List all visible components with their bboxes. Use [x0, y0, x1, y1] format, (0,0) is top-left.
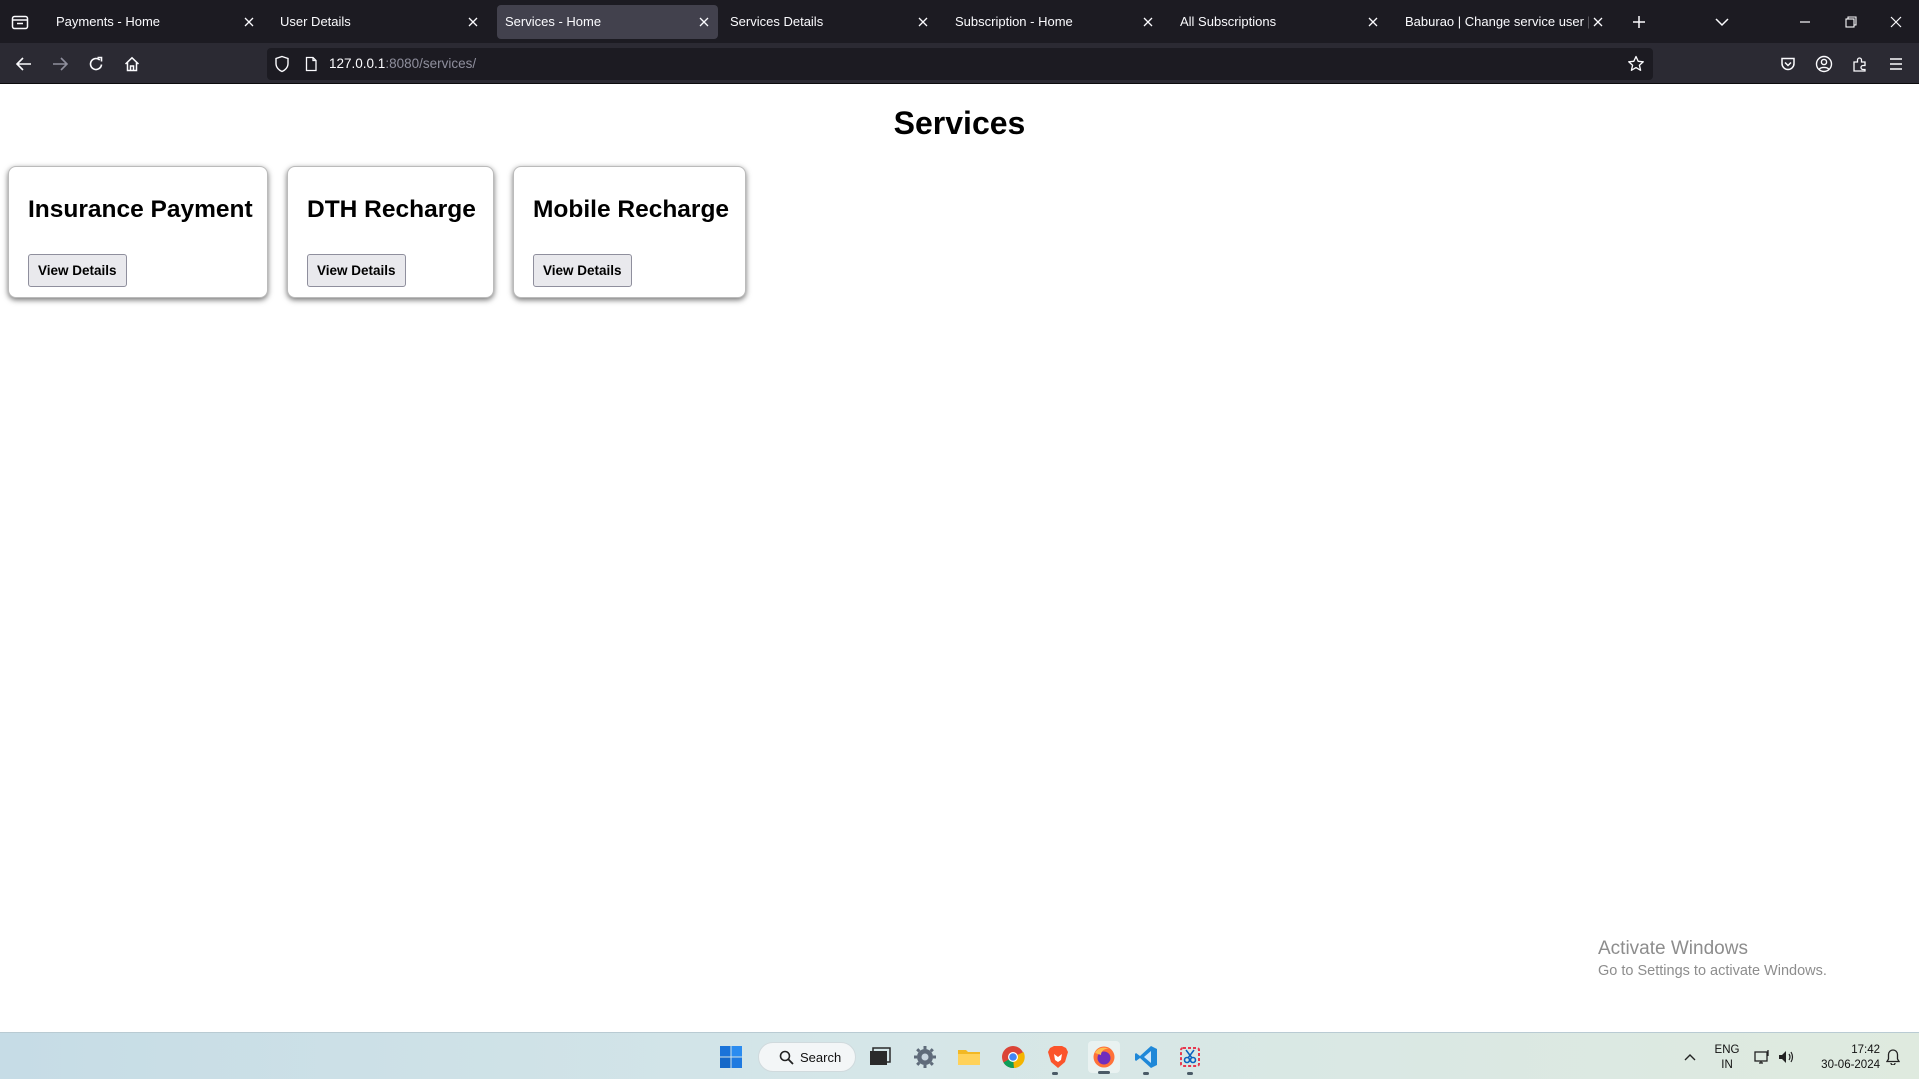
close-icon[interactable] — [465, 14, 481, 30]
show-hidden-icons-chevron-icon[interactable] — [1678, 1043, 1702, 1071]
tab-all-subscriptions[interactable]: All Subscriptions — [1172, 5, 1387, 39]
view-details-button[interactable]: View Details — [307, 254, 406, 287]
close-icon[interactable] — [915, 14, 931, 30]
service-card-mobile-recharge: Mobile Recharge View Details — [513, 166, 746, 298]
hamburger-menu-icon[interactable] — [1883, 51, 1909, 77]
language-indicator[interactable]: ENG IN — [1712, 1043, 1742, 1073]
view-details-button[interactable]: View Details — [28, 254, 127, 287]
clock[interactable]: 17:42 30-06-2024 — [1810, 1043, 1880, 1073]
task-view-icon[interactable] — [866, 1043, 894, 1071]
search-icon — [779, 1050, 794, 1065]
extensions-icon[interactable] — [1847, 51, 1873, 77]
taskbar-search-box[interactable]: Search — [758, 1042, 856, 1072]
page-content: Services Insurance Payment View Details … — [0, 85, 1919, 1032]
brave-icon[interactable] — [1044, 1043, 1072, 1075]
tab-subscription-home[interactable]: Subscription - Home — [947, 5, 1162, 39]
navigation-toolbar: 127.0.0.1:8080/services/ — [0, 43, 1919, 84]
taskbar: Search ENG IN 17:42 30-06-2024 — [0, 1032, 1919, 1079]
activate-windows-watermark: Activate Windows Go to Settings to activ… — [1598, 938, 1827, 979]
close-icon[interactable] — [241, 14, 257, 30]
service-card-dth-recharge: DTH Recharge View Details — [287, 166, 494, 298]
view-details-button[interactable]: View Details — [533, 254, 632, 287]
url-path: :8080/services/ — [385, 56, 477, 71]
notification-bell-icon[interactable] — [1882, 1043, 1904, 1071]
close-window-icon[interactable] — [1884, 10, 1908, 34]
page-info-icon[interactable] — [303, 56, 319, 72]
running-indicator — [1187, 1072, 1193, 1075]
tab-title: Baburao | Change service user | Djan — [1405, 14, 1589, 29]
tab-services-home[interactable]: Services - Home — [497, 5, 718, 39]
tab-user-details[interactable]: User Details — [272, 5, 487, 39]
settings-gear-icon[interactable] — [911, 1043, 939, 1071]
minimize-icon[interactable] — [1793, 10, 1817, 34]
tab-overview-icon[interactable] — [6, 9, 34, 35]
url-text[interactable]: 127.0.0.1:8080/services/ — [329, 48, 476, 80]
language-code: ENG — [1714, 1044, 1740, 1056]
list-all-tabs-chevron-icon[interactable] — [1710, 10, 1734, 34]
reload-icon[interactable] — [83, 51, 109, 77]
service-card-insurance-payment: Insurance Payment View Details — [8, 166, 268, 298]
volume-icon[interactable] — [1775, 1043, 1797, 1071]
close-icon[interactable] — [696, 14, 712, 30]
tab-title: Services Details — [730, 14, 824, 29]
close-icon[interactable] — [1140, 14, 1156, 30]
tab-services-details[interactable]: Services Details — [722, 5, 937, 39]
pocket-icon[interactable] — [1775, 51, 1801, 77]
back-arrow-icon[interactable] — [11, 51, 37, 77]
bookmark-star-icon[interactable] — [1627, 55, 1645, 73]
tracking-protection-shield-icon[interactable] — [273, 55, 291, 73]
tab-payments-home[interactable]: Payments - Home — [48, 5, 263, 39]
tab-title: All Subscriptions — [1180, 14, 1277, 29]
running-indicator — [1143, 1072, 1149, 1075]
address-bar[interactable]: 127.0.0.1:8080/services/ — [267, 48, 1653, 80]
url-host: 127.0.0.1 — [329, 56, 386, 71]
watermark-subtitle: Go to Settings to activate Windows. — [1598, 963, 1827, 979]
running-indicator — [1052, 1072, 1058, 1075]
service-name: Mobile Recharge — [533, 196, 730, 223]
tab-title: Subscription - Home — [955, 14, 1073, 29]
close-icon[interactable] — [1590, 14, 1606, 30]
clock-time: 17:42 — [1851, 1044, 1880, 1056]
new-tab-button[interactable] — [1627, 10, 1651, 34]
snipping-tool-icon[interactable] — [1176, 1043, 1204, 1075]
vscode-icon[interactable] — [1132, 1043, 1160, 1075]
watermark-title: Activate Windows — [1598, 938, 1748, 959]
home-icon[interactable] — [119, 51, 145, 77]
page-title: Services — [893, 105, 1026, 141]
active-indicator — [1098, 1071, 1110, 1074]
chrome-icon[interactable] — [999, 1043, 1027, 1071]
tab-strip: Payments - Home User Details Services - … — [0, 0, 1919, 43]
network-icon[interactable] — [1752, 1043, 1774, 1071]
clock-date: 30-06-2024 — [1821, 1059, 1880, 1071]
file-explorer-icon[interactable] — [955, 1043, 983, 1071]
search-label: Search — [800, 1050, 842, 1065]
firefox-icon[interactable] — [1088, 1041, 1120, 1074]
account-icon[interactable] — [1811, 51, 1837, 77]
windows-start-icon[interactable] — [717, 1043, 745, 1071]
tab-change-service-user[interactable]: Baburao | Change service user | Djan — [1397, 5, 1612, 39]
service-name: DTH Recharge — [307, 196, 476, 223]
tab-title: Services - Home — [505, 14, 602, 29]
forward-arrow-icon[interactable] — [47, 51, 73, 77]
tab-title: Payments - Home — [56, 14, 161, 29]
region-code: IN — [1721, 1059, 1733, 1071]
restore-icon[interactable] — [1839, 10, 1863, 34]
tab-title: User Details — [280, 14, 351, 29]
close-icon[interactable] — [1365, 14, 1381, 30]
service-name: Insurance Payment — [28, 196, 253, 223]
